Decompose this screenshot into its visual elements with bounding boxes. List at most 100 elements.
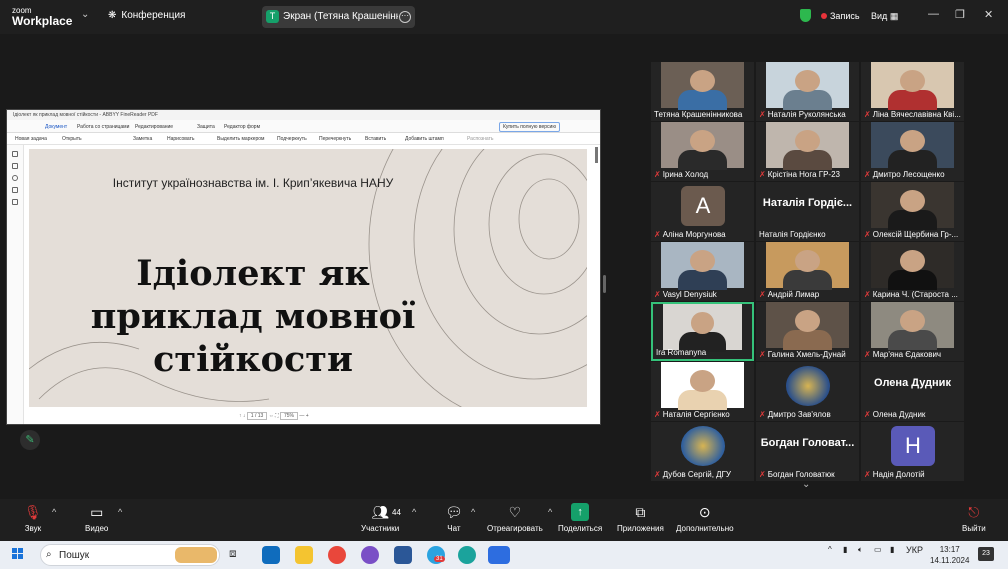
tool-note[interactable]: Заметка (133, 136, 152, 142)
chevron-up-icon[interactable]: ^ (828, 545, 832, 554)
tool-stamp[interactable]: Добавить штамп (405, 136, 444, 142)
tool-new-task[interactable]: Новая задача (15, 136, 47, 142)
tool-open[interactable]: Открыть (62, 136, 82, 142)
participant-tile[interactable]: ✗ Дубов Сергій, ДГУ (651, 422, 754, 481)
outlook-icon[interactable] (262, 546, 280, 564)
participant-tile[interactable]: ✗ Наталія Руколянська (756, 62, 859, 121)
menu-item-document[interactable]: Документ (45, 124, 67, 130)
more-icon[interactable]: ··· (399, 11, 411, 23)
chat-button[interactable]: 💬︎ Чат (445, 503, 463, 533)
screen-share-indicator[interactable]: T Экран (Тетяна Крашенінникова ··· (262, 6, 415, 28)
participant-tile[interactable]: ✗ Наталія Сергієнко (651, 362, 754, 421)
chevron-up-icon[interactable]: ^ (118, 507, 122, 517)
share-screen-button[interactable]: ↑ Поделиться (558, 503, 602, 533)
notification-count[interactable]: 23 (978, 547, 994, 561)
bookmark-icon[interactable] (12, 163, 18, 169)
tool-highlight[interactable]: Выделить маркером (217, 136, 264, 142)
clock[interactable]: 13:17 14.11.2024 (930, 544, 969, 566)
file-explorer-icon[interactable] (295, 546, 313, 564)
more-button[interactable]: ⊙ Дополнительно (676, 503, 734, 533)
participant-video (871, 242, 954, 290)
zoom-select[interactable]: 75% (279, 412, 298, 420)
page-indicator[interactable]: 1 / 13 (246, 412, 268, 420)
arrow-up-icon[interactable]: ↑ ↓ (239, 413, 245, 419)
scrollbar[interactable] (595, 147, 598, 163)
view-button[interactable]: Вид ▦ (871, 11, 898, 22)
tool-insert[interactable]: Вставить (365, 136, 386, 142)
participant-tile[interactable]: H ✗ Надія Долотій (861, 422, 964, 481)
tool-draw[interactable]: Нарисовать (167, 136, 194, 142)
participant-tile[interactable]: ✗ Андрій Лимар (756, 242, 859, 301)
network-icon[interactable]: ▭ (874, 545, 882, 554)
participant-tile[interactable]: Богдан Головат... ✗ Богдан Головатюк (756, 422, 859, 481)
signature-icon[interactable] (12, 199, 18, 205)
chevron-up-icon[interactable]: ^ (52, 507, 56, 517)
participant-name: ✗ Дмитро Зав'ялов (759, 410, 857, 419)
edge-icon[interactable] (458, 546, 476, 564)
word-icon[interactable] (394, 546, 412, 564)
record-indicator[interactable]: Запись (821, 11, 860, 21)
usb-icon[interactable]: ▮ (843, 545, 847, 554)
attachment-icon[interactable] (12, 187, 18, 193)
participant-tile[interactable]: Тетяна Крашенінникова (651, 62, 754, 121)
security-shield-icon[interactable] (800, 9, 811, 22)
participant-tile[interactable]: Наталія Гордіє... Наталія Гордієнко (756, 182, 859, 241)
participant-tile[interactable]: ✗ Ліна Вячеславівна Кві... (861, 62, 964, 121)
participant-tile[interactable]: ✗ Карина Ч. (Староста ... (861, 242, 964, 301)
minimize-icon[interactable]: — (928, 8, 939, 20)
windows-start-icon[interactable] (12, 548, 24, 560)
participant-video (661, 242, 744, 290)
chevron-up-icon[interactable]: ^ (412, 507, 416, 517)
taskbar-search[interactable]: ⌕ Пошук (40, 544, 220, 566)
apps-label: Приложения (617, 524, 664, 533)
participant-tile[interactable]: Олена Дудник ✗ Олена Дудник (861, 362, 964, 421)
participant-tile[interactable]: ✗ Vasyl Denysiuk (651, 242, 754, 301)
chrome-icon[interactable] (328, 546, 346, 564)
person-figure (782, 90, 833, 110)
chevron-up-icon[interactable]: ^ (471, 507, 475, 517)
search-icon[interactable] (12, 175, 18, 181)
chevron-up-icon[interactable]: ^ (548, 507, 552, 517)
participant-tile[interactable]: ✗ Крістіна Нога ГР-23 (756, 122, 859, 181)
audio-button[interactable]: 🎙︎ Звук (24, 503, 42, 533)
menu-item-forms[interactable]: Редактор форм (224, 124, 260, 130)
participant-tile[interactable]: Ira Romanyna (651, 302, 754, 361)
participant-tile[interactable]: ✗ Олексій Щербина Гр-... (861, 182, 964, 241)
split-handle[interactable] (603, 275, 606, 293)
page-icon[interactable] (12, 151, 18, 157)
menu-item-edit[interactable]: Редактирование (135, 124, 173, 130)
participant-tile[interactable]: ✗ Ірина Холод (651, 122, 754, 181)
chevron-down-icon[interactable]: ⌄ (802, 479, 810, 490)
tool-strike[interactable]: Перечеркнуть (319, 136, 351, 142)
task-view-icon[interactable]: ⧈ (229, 546, 247, 564)
menu-item-pages[interactable]: Работа со страницами (77, 124, 129, 130)
apps-button[interactable]: ⧉ Приложения (617, 503, 664, 533)
close-icon[interactable]: ✕ (984, 8, 993, 21)
participant-tile[interactable]: ✗ Дмитро Зав'ялов (756, 362, 859, 421)
fit-icon[interactable]: ⇔ ⛶ (269, 413, 279, 419)
leave-button[interactable]: ⎋ Выйти (962, 503, 986, 533)
annotate-pen-icon[interactable]: ✎ (20, 430, 40, 450)
buy-button[interactable]: Купить полную версию (499, 122, 561, 132)
restore-icon[interactable]: ❐ (955, 8, 965, 21)
language-indicator[interactable]: УКР (906, 545, 923, 555)
viber-icon[interactable] (361, 546, 379, 564)
zoom-controls[interactable]: — + (299, 413, 308, 419)
video-button[interactable]: ▭ Видео (85, 503, 108, 533)
participant-tile[interactable]: ✗ Галина Хмель-Дунай (756, 302, 859, 361)
zoom-taskbar-icon[interactable] (488, 546, 510, 564)
meeting-info-button[interactable]: ❋ Конференция (108, 10, 185, 21)
volume-icon[interactable]: 🔈︎ (858, 545, 863, 555)
participant-tile[interactable]: A ✗ Аліна Моргунова (651, 182, 754, 241)
participant-name: ✗ Надія Долотій (864, 470, 962, 479)
participant-name-text: Дубов Сергій, ДГУ (662, 470, 732, 479)
participant-tile[interactable]: ✗ Мар'яна Єдакович (861, 302, 964, 361)
menu-item-protect[interactable]: Защита (197, 124, 215, 130)
react-button[interactable]: ♡ Отреагировать (487, 503, 543, 533)
chevron-down-icon[interactable]: ⌄ (81, 9, 89, 20)
muted-microphone-icon: ✗ (759, 110, 766, 119)
tool-underline[interactable]: Подчеркнуть (277, 136, 307, 142)
battery-icon[interactable]: ▮ (890, 545, 894, 554)
participant-tile[interactable]: ✗ Дмитро Лесощенко (861, 122, 964, 181)
tool-recognize[interactable]: Распознать (467, 136, 494, 142)
